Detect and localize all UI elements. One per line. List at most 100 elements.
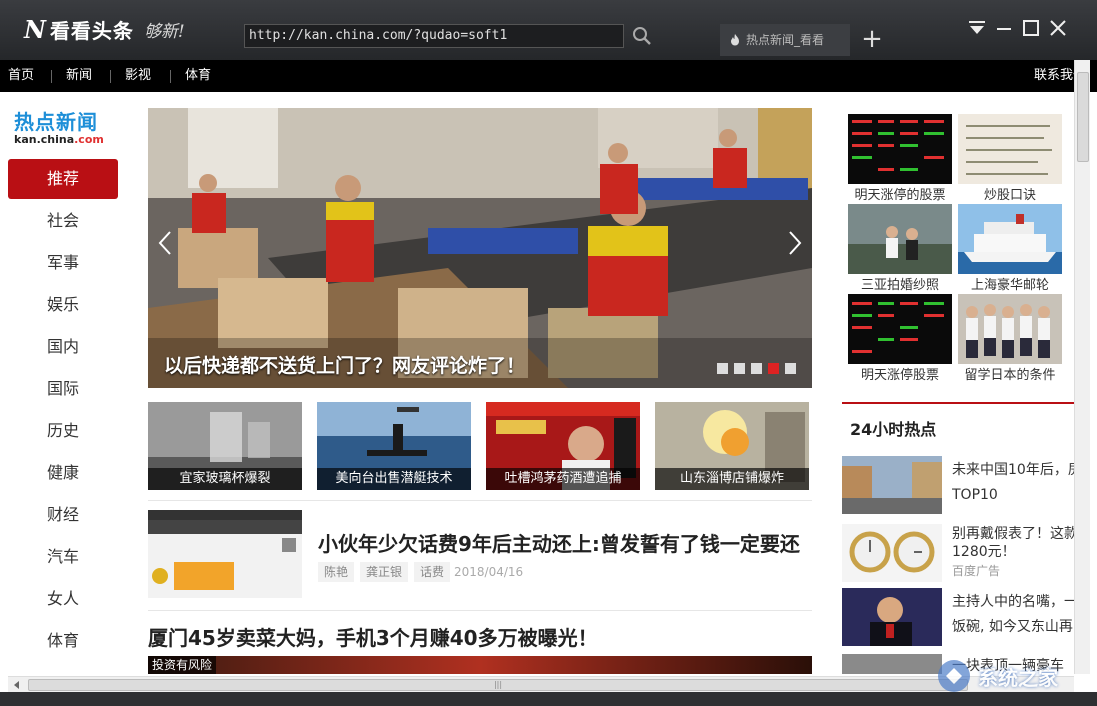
article-title[interactable]: 小伙年少欠话费9年后主动还上:曾发誓有了钱一定要还 [318, 528, 800, 557]
horizontal-scroll-thumb[interactable]: ||| [28, 679, 968, 691]
right-thumb-caption[interactable]: 明天涨停股票 [848, 364, 952, 383]
hero-caption[interactable]: 以后快递都不送货上门了？网友评论炸了！ [164, 351, 525, 378]
search-icon [633, 27, 651, 45]
horizontal-scrollbar[interactable]: ||| [8, 676, 1074, 692]
right-thumb[interactable] [958, 114, 1062, 184]
right-thumb-caption[interactable]: 三亚拍婚纱照 [848, 274, 952, 293]
category-sports[interactable]: 体育 [8, 621, 118, 661]
app-logo: N 看看头条 够新! [24, 12, 185, 46]
article-tag[interactable]: 话费 [414, 562, 451, 582]
divider [148, 500, 812, 501]
close-button[interactable] [1046, 16, 1070, 40]
category-finance[interactable]: 财经 [8, 495, 118, 535]
site-logo-url: kan.china.com [14, 133, 104, 146]
category-entertainment[interactable]: 娱乐 [8, 285, 118, 325]
news-thumb[interactable]: 吐槽鸿茅药酒遭追捕 [486, 402, 640, 490]
close-icon [1050, 20, 1066, 36]
category-domestic[interactable]: 国内 [8, 327, 118, 367]
category-recommend[interactable]: 推荐 [8, 159, 118, 199]
slide-indicators [717, 363, 796, 374]
right-thumb-caption[interactable]: 炒股口诀 [958, 184, 1062, 203]
slide-dot-active[interactable] [768, 363, 779, 374]
logo-slogan: 够新! [143, 21, 185, 42]
maximize-button[interactable] [1019, 16, 1043, 40]
vertical-scroll-thumb[interactable] [1077, 72, 1089, 162]
right-thumb[interactable] [958, 204, 1062, 274]
news-thumb[interactable]: 宜家玻璃杯爆裂 [148, 402, 302, 490]
stock-chart-image [848, 294, 952, 364]
right-thumb[interactable] [848, 114, 952, 184]
section-accent-bar [842, 402, 1074, 404]
category-women[interactable]: 女人 [8, 579, 118, 619]
site-logo-title: 热点新闻 [14, 110, 98, 134]
ad-risk-label: 投资有风险 [148, 656, 217, 674]
category-health[interactable]: 健康 [8, 453, 118, 493]
students-photo-image [958, 294, 1062, 364]
category-history[interactable]: 历史 [8, 411, 118, 451]
category-international[interactable]: 国际 [8, 369, 118, 409]
article-title[interactable]: 厦门45岁卖菜大妈，手机3个月赚40多万被曝光！ [148, 622, 598, 651]
right-thumb-caption[interactable]: 上海豪华邮轮 [958, 274, 1062, 293]
nav-item-sports[interactable]: 体育 [185, 60, 211, 92]
new-tab-button[interactable]: + [860, 26, 884, 52]
slide-dot[interactable] [751, 363, 762, 374]
article-image[interactable]: 投资有风险 [148, 656, 812, 674]
stock-chart-image [848, 114, 952, 184]
tab-current[interactable]: 热点新闻_看看 [720, 24, 850, 56]
hot-section-title: 24小时热点 [850, 420, 937, 439]
news-thumb[interactable]: 山东淄博店铺爆炸 [655, 402, 809, 490]
tab-title: 热点新闻_看看 [746, 33, 825, 47]
slide-dot[interactable] [717, 363, 728, 374]
article-thumb[interactable] [148, 510, 302, 598]
nav-item-news[interactable]: 新闻 [66, 60, 92, 92]
category-society[interactable]: 社会 [8, 201, 118, 241]
slide-dot[interactable] [734, 363, 745, 374]
hero-image [148, 108, 812, 388]
hero-prev-button[interactable] [148, 218, 182, 268]
menu-button[interactable] [965, 16, 989, 40]
hot-item-thumb[interactable] [842, 456, 942, 514]
hot-item-title-line2[interactable]: 1280元！ [952, 542, 1074, 562]
right-thumb-caption[interactable]: 明天涨停的股票 [848, 184, 952, 203]
scroll-left-arrow-icon[interactable] [10, 678, 24, 692]
phone-screenshot-image [148, 510, 302, 598]
hot-item-thumb[interactable] [842, 588, 942, 646]
category-auto[interactable]: 汽车 [8, 537, 118, 577]
vertical-scrollbar[interactable] [1074, 60, 1090, 674]
thumb-caption: 山东淄博店铺爆炸 [655, 468, 809, 490]
address-bar[interactable]: http://kan.china.com/?qudao=soft1 [244, 24, 624, 48]
hot-item-title[interactable]: 主持人中的名嘴，一 [952, 592, 1074, 612]
hot-item-image [842, 654, 942, 674]
cruise-ship-image [958, 204, 1062, 274]
search-button[interactable] [630, 24, 654, 48]
nav-item-home[interactable]: 首页 [8, 60, 34, 92]
article-tag[interactable]: 龚正银 [360, 562, 409, 582]
right-thumb-caption[interactable]: 留学日本的条件 [958, 364, 1062, 383]
flame-icon [731, 34, 739, 46]
site-logo[interactable]: 热点新闻 kan.china.com [14, 110, 124, 146]
right-thumb[interactable] [958, 294, 1062, 364]
thumb-caption: 美向台出售潜艇技术 [317, 468, 471, 490]
triangle-down-icon [969, 21, 985, 34]
minimize-icon [997, 28, 1011, 30]
right-thumb[interactable] [848, 204, 952, 274]
right-thumb[interactable] [848, 294, 952, 364]
page-content: 热点新闻 kan.china.com 推荐 社会 军事 娱乐 国内 国际 历史 … [0, 92, 1074, 674]
news-thumb[interactable]: 美向台出售潜艇技术 [317, 402, 471, 490]
minimize-button[interactable] [992, 16, 1016, 40]
hot-item-title-line2[interactable]: 饭碗, 如今又东山再 [952, 617, 1074, 637]
hot-item-thumb[interactable] [842, 524, 942, 582]
category-military[interactable]: 军事 [8, 243, 118, 283]
hot-item-thumb[interactable] [842, 654, 942, 674]
watermark: 系统之家 [934, 656, 1090, 696]
hot-item-title-line2[interactable]: TOP10 [952, 485, 1074, 505]
hero-next-button[interactable] [778, 218, 812, 268]
hot-item-title[interactable]: 未来中国10年后，房 [952, 460, 1074, 480]
nav-item-video[interactable]: 影视 [125, 60, 151, 92]
nav-contact-link[interactable]: 联系我们 [1034, 60, 1076, 92]
hero-slider[interactable]: 以后快递都不送货上门了？网友评论炸了！ [148, 108, 812, 388]
article-tag[interactable]: 陈艳 [318, 562, 355, 582]
thumb-caption: 吐槽鸿茅药酒遭追捕 [486, 468, 640, 490]
hot-item-title[interactable]: 别再戴假表了！这款 [952, 524, 1074, 544]
slide-dot[interactable] [785, 363, 796, 374]
